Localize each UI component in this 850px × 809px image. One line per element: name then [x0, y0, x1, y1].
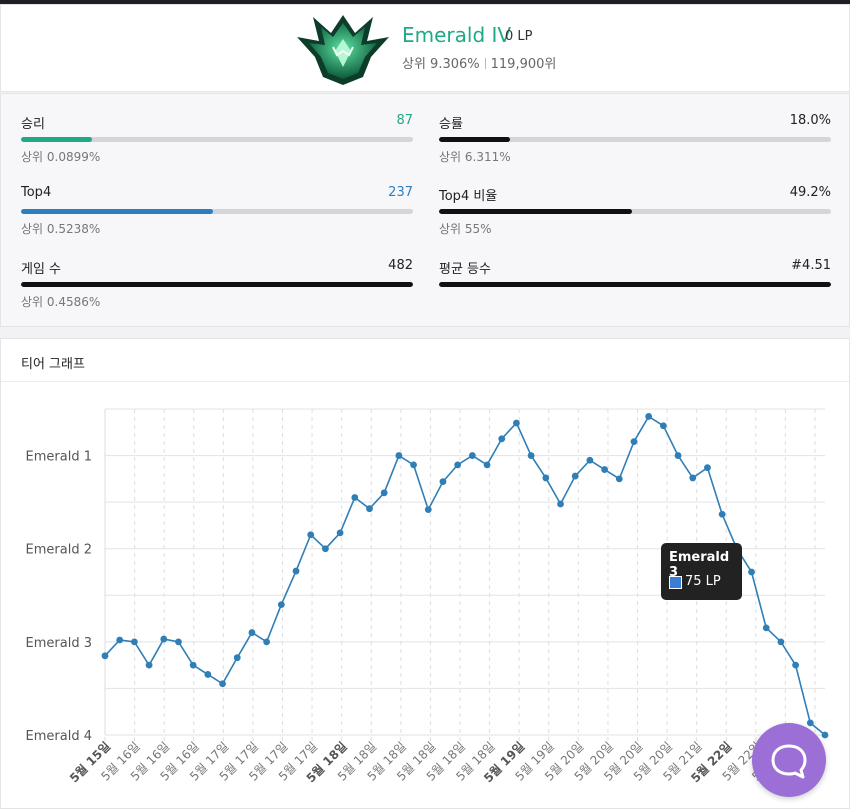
stat-label: Top4 — [21, 185, 52, 200]
stat-bar — [21, 209, 413, 214]
data-point — [704, 464, 711, 472]
data-point — [277, 601, 285, 608]
stat-label: Top4 비율 — [439, 189, 498, 204]
stat-value: #4.51 — [791, 258, 831, 273]
top-percent: 상위 9.306% — [402, 57, 480, 72]
rank-summary-card: Emerald IV 0 LP 상위 9.306% 119,900위 — [0, 4, 850, 92]
data-point — [586, 456, 594, 464]
data-point — [160, 635, 168, 643]
data-point — [748, 568, 755, 576]
data-point — [233, 654, 241, 662]
data-point — [689, 474, 697, 482]
data-point — [659, 422, 667, 430]
stat-value: 18.0% — [789, 113, 831, 128]
data-point — [483, 461, 491, 469]
data-point — [130, 638, 138, 646]
stat-bar-fill — [21, 209, 214, 214]
stat-percentile: 상위 6.311% — [439, 150, 511, 164]
data-point — [322, 545, 329, 553]
chart-tooltip: Emerald 3 75 LP — [661, 543, 742, 600]
data-point — [380, 489, 388, 497]
data-point — [630, 438, 638, 445]
data-point — [175, 638, 182, 646]
emerald-emblem-icon — [297, 15, 389, 85]
stat-value: 87 — [396, 113, 413, 128]
data-point — [189, 661, 197, 669]
data-point — [439, 478, 447, 486]
data-point — [248, 629, 256, 636]
data-point — [542, 474, 550, 482]
data-point — [513, 419, 520, 427]
data-point — [571, 472, 579, 480]
data-point — [263, 638, 271, 646]
stat-label: 평균 등수 — [439, 262, 491, 277]
tooltip-swatch — [669, 576, 682, 589]
y-tick-label: Emerald 1 — [26, 450, 92, 465]
data-point — [498, 435, 506, 443]
stats-card: 승리 87 상위 0.0899% 승률 18.0% 상위 6.311% Top4… — [0, 93, 850, 327]
data-point — [292, 567, 300, 575]
stat-value: 49.2% — [789, 185, 831, 200]
data-point — [395, 452, 403, 459]
stat-bar-fill — [439, 282, 831, 287]
data-point — [557, 500, 564, 508]
stat-bar-fill — [439, 137, 510, 142]
stat-bar — [21, 137, 413, 142]
stat-percentile: 상위 55% — [439, 222, 492, 236]
stat-value: 237 — [388, 185, 413, 200]
rank-subtitle: 상위 9.306% 119,900위 — [402, 53, 556, 72]
data-point — [792, 661, 800, 669]
data-point — [101, 652, 109, 660]
data-point — [424, 506, 432, 513]
data-point — [601, 466, 608, 473]
chat-bubble-icon — [771, 744, 807, 779]
data-point — [116, 636, 124, 644]
data-point — [145, 661, 153, 669]
data-point — [336, 529, 344, 537]
stat-label: 승리 — [21, 117, 45, 132]
stat-percentile: 상위 0.5238% — [21, 222, 101, 236]
data-point — [718, 510, 726, 518]
stat-label: 게임 수 — [21, 262, 62, 277]
data-point — [615, 475, 623, 483]
y-tick-label: Emerald 3 — [26, 636, 92, 651]
y-tick-label: Emerald 4 — [26, 729, 92, 744]
stat-value: 482 — [388, 258, 413, 273]
stat-bar — [439, 137, 831, 142]
data-point — [468, 452, 476, 459]
data-point — [219, 680, 226, 688]
separator — [484, 58, 486, 69]
stat-bar — [21, 282, 413, 287]
data-point — [410, 461, 417, 469]
data-point — [645, 413, 653, 420]
lp-value: 0 LP — [505, 29, 533, 44]
stat-bar — [439, 282, 831, 287]
stat-bar-fill — [21, 137, 92, 142]
stat-bar-fill — [21, 282, 413, 287]
stat-bar-fill — [439, 209, 632, 214]
stat-label: 승률 — [439, 117, 463, 132]
data-point — [777, 638, 785, 646]
data-point — [366, 505, 373, 513]
stat-bar — [439, 209, 831, 214]
data-point — [762, 624, 770, 632]
data-point — [527, 452, 535, 459]
data-point — [351, 494, 359, 501]
data-point — [674, 452, 682, 459]
data-point — [307, 531, 315, 539]
tier-name: Emerald IV — [402, 23, 512, 47]
chat-button[interactable] — [752, 723, 826, 797]
ladder-rank: 119,900위 — [490, 57, 557, 72]
data-point — [454, 461, 462, 469]
stat-percentile: 상위 0.4586% — [21, 295, 101, 309]
data-point — [204, 671, 212, 678]
y-tick-label: Emerald 2 — [26, 543, 92, 558]
stat-percentile: 상위 0.0899% — [21, 150, 101, 164]
tooltip-value: 75 LP — [685, 574, 721, 589]
